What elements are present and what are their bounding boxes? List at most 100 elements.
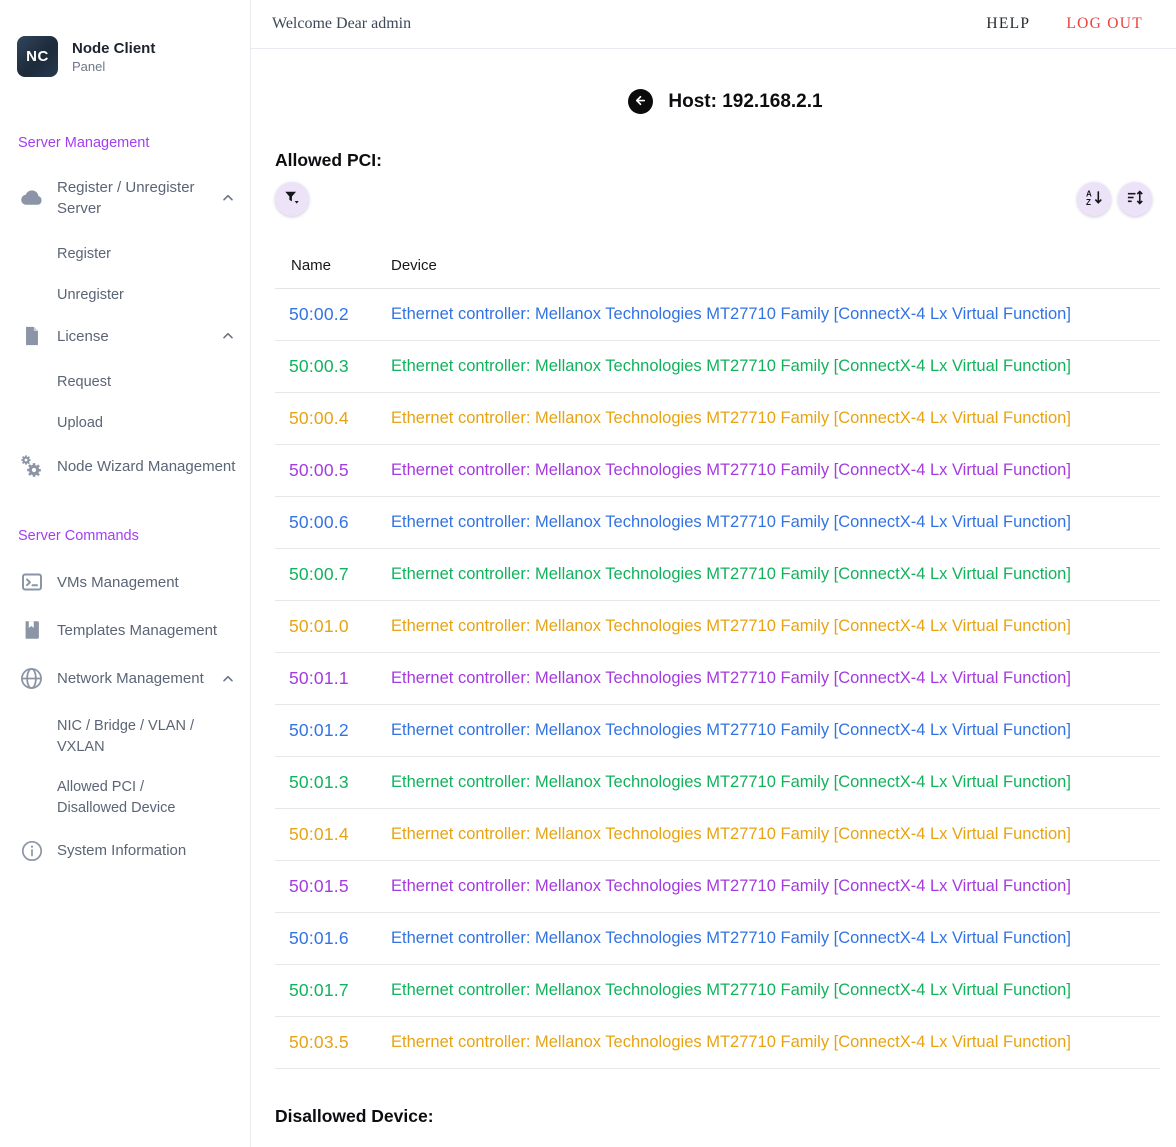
sidebar-subitem-upload[interactable]: Upload [0,413,250,434]
sidebar: NC Node Client Panel Server Management Re… [0,0,251,1147]
table-row[interactable]: 50:00.6Ethernet controller: Mellanox Tec… [275,497,1160,549]
sidebar-subitem-allowed-pci-disallowed-device[interactable]: Allowed PCI / Disallowed Device [0,777,250,818]
pci-name-cell: 50:01.3 [275,772,391,793]
pci-name-cell: 50:00.3 [275,356,391,377]
topbar: Welcome Dear admin HELP LOG OUT [251,0,1176,49]
section-header-server-commands: Server Commands [18,528,232,544]
svg-text:Z: Z [1085,198,1090,207]
brand-text: Node Client Panel [72,40,155,74]
table-row[interactable]: 50:00.3Ethernet controller: Mellanox Tec… [275,341,1160,393]
welcome-text: Welcome Dear admin [272,15,411,33]
globe-icon [18,666,45,691]
sidebar-subitem-request[interactable]: Request [0,372,250,393]
pci-device-cell: Ethernet controller: Mellanox Technologi… [391,721,1160,740]
allowed-pci-table: Name Device 50:00.2Ethernet controller: … [275,242,1176,1069]
sort-alpha-icon: A Z [1085,188,1104,210]
sidebar-item-label: System Information [57,840,236,861]
sidebar-item-vms-management[interactable]: VMs Management [0,570,250,594]
table-row[interactable]: 50:01.5Ethernet controller: Mellanox Tec… [275,861,1160,913]
file-icon [18,325,45,347]
pci-device-cell: Ethernet controller: Mellanox Technologi… [391,669,1160,688]
sidebar-item-label: License [57,326,214,347]
pci-name-cell: 50:00.6 [275,512,391,533]
pci-device-cell: Ethernet controller: Mellanox Technologi… [391,513,1160,532]
pci-device-cell: Ethernet controller: Mellanox Technologi… [391,773,1160,792]
pci-name-cell: 50:01.2 [275,720,391,741]
sidebar-item-license[interactable]: License [0,325,250,347]
pci-name-cell: 50:01.7 [275,980,391,1001]
page-content: Host: 192.168.2.1 Allowed PCI: A Z [251,49,1176,1127]
pci-device-cell: Ethernet controller: Mellanox Technologi… [391,617,1160,636]
pci-device-cell: Ethernet controller: Mellanox Technologi… [391,565,1160,584]
pci-name-cell: 50:00.7 [275,564,391,585]
topbar-actions: HELP LOG OUT [986,15,1143,33]
table-row[interactable]: 50:01.2Ethernet controller: Mellanox Tec… [275,705,1160,757]
filter-button[interactable] [275,182,309,216]
sidebar-item-node-wizard-management[interactable]: Node Wizard Management [0,453,250,480]
pci-device-cell: Ethernet controller: Mellanox Technologi… [391,929,1160,948]
pci-device-cell: Ethernet controller: Mellanox Technologi… [391,357,1160,376]
pci-device-cell: Ethernet controller: Mellanox Technologi… [391,409,1160,428]
brand-subtitle: Panel [72,59,155,74]
sidebar-item-system-information[interactable]: System Information [0,839,250,863]
pci-name-cell: 50:03.5 [275,1032,391,1053]
terminal-icon [18,570,45,594]
table-row[interactable]: 50:01.0Ethernet controller: Mellanox Tec… [275,601,1160,653]
sidebar-item-register-unregister-server[interactable]: Register / Unregister Server [0,177,250,219]
host-title: Host: 192.168.2.1 [668,91,822,113]
sidebar-subitem-register[interactable]: Register [0,244,250,265]
pci-name-cell: 50:00.2 [275,304,391,325]
sidebar-subitem-nic-bridge-vlan-vxlan[interactable]: NIC / Bridge / VLAN / VXLAN [0,716,250,757]
pci-name-cell: 50:01.5 [275,876,391,897]
table-row[interactable]: 50:00.7Ethernet controller: Mellanox Tec… [275,549,1160,601]
table-toolbar: A Z [275,182,1176,216]
help-link[interactable]: HELP [986,15,1030,33]
gears-icon [18,453,45,480]
allowed-pci-heading: Allowed PCI: [275,150,1176,171]
chevron-up-icon[interactable] [220,328,236,344]
pci-name-cell: 50:01.6 [275,928,391,949]
sidebar-item-label: Network Management [57,668,214,689]
table-row[interactable]: 50:01.3Ethernet controller: Mellanox Tec… [275,757,1160,809]
brand-logo: NC [17,36,58,77]
brand-title: Node Client [72,40,155,57]
back-button[interactable] [628,89,653,114]
pci-device-cell: Ethernet controller: Mellanox Technologi… [391,1033,1160,1052]
pci-name-cell: 50:00.4 [275,408,391,429]
sort-alphabetical-button[interactable]: A Z [1077,182,1111,216]
section-header-server-management: Server Management [18,135,232,151]
pci-name-cell: 50:01.0 [275,616,391,637]
pci-name-cell: 50:01.4 [275,824,391,845]
sidebar-item-label: Templates Management [57,620,236,641]
pci-device-cell: Ethernet controller: Mellanox Technologi… [391,305,1160,324]
table-row[interactable]: 50:01.7Ethernet controller: Mellanox Tec… [275,965,1160,1017]
disallowed-device-heading: Disallowed Device: [275,1106,1176,1127]
logout-link[interactable]: LOG OUT [1066,15,1143,33]
pci-name-cell: 50:00.5 [275,460,391,481]
host-header: Host: 192.168.2.1 [275,89,1176,114]
table-row[interactable]: 50:00.4Ethernet controller: Mellanox Tec… [275,393,1160,445]
sort-amount-icon [1126,188,1145,210]
column-header-device: Device [391,257,1160,274]
sidebar-item-label: Node Wizard Management [57,456,236,477]
table-row[interactable]: 50:03.5Ethernet controller: Mellanox Tec… [275,1017,1160,1069]
sidebar-item-label: Register / Unregister Server [57,177,214,219]
sort-amount-button[interactable] [1118,182,1152,216]
chevron-up-icon[interactable] [220,671,236,687]
table-row[interactable]: 50:01.6Ethernet controller: Mellanox Tec… [275,913,1160,965]
sidebar-subitem-unregister[interactable]: Unregister [0,285,250,306]
column-header-name: Name [275,257,391,274]
pci-device-cell: Ethernet controller: Mellanox Technologi… [391,461,1160,480]
sort-buttons: A Z [1077,182,1152,216]
table-body: 50:00.2Ethernet controller: Mellanox Tec… [275,289,1160,1069]
main-area: Welcome Dear admin HELP LOG OUT Host: 19… [251,0,1176,1147]
sidebar-item-templates-management[interactable]: Templates Management [0,619,250,641]
sidebar-item-network-management[interactable]: Network Management [0,666,250,691]
table-row[interactable]: 50:01.1Ethernet controller: Mellanox Tec… [275,653,1160,705]
brand: NC Node Client Panel [0,0,250,77]
chevron-up-icon[interactable] [220,190,236,206]
table-row[interactable]: 50:01.4Ethernet controller: Mellanox Tec… [275,809,1160,861]
table-row[interactable]: 50:00.2Ethernet controller: Mellanox Tec… [275,289,1160,341]
table-row[interactable]: 50:00.5Ethernet controller: Mellanox Tec… [275,445,1160,497]
app-window: NC Node Client Panel Server Management Re… [0,0,1176,1147]
